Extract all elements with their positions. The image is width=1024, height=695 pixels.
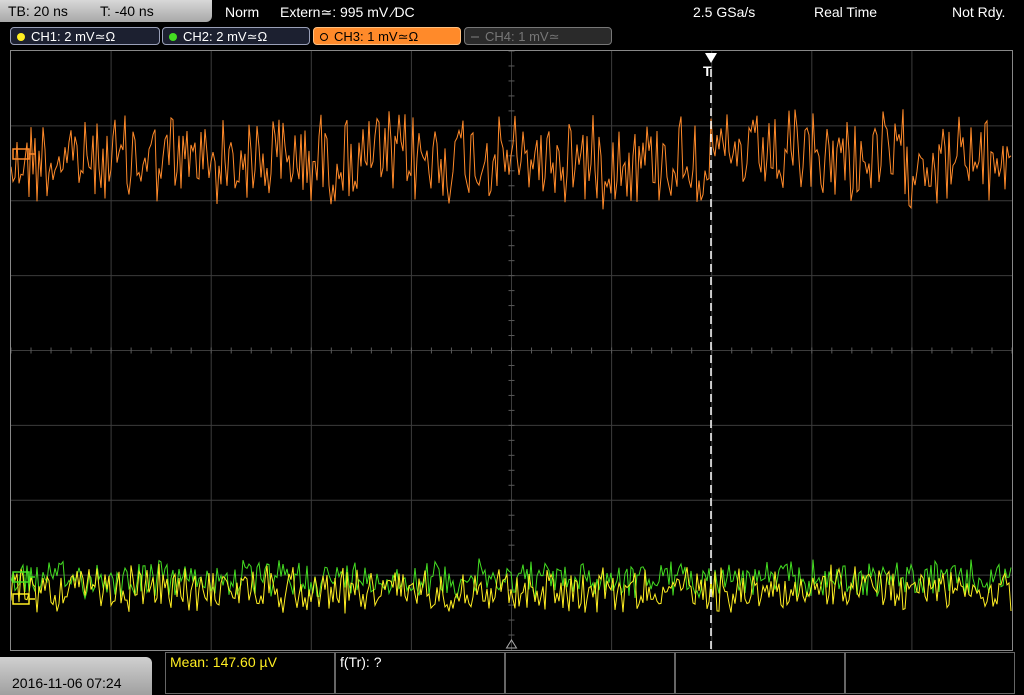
mean-measurement: Mean: 147.60 µV	[170, 654, 277, 670]
channel-1-label: CH1: 2 mV≃Ω	[31, 29, 116, 44]
channel-2-button[interactable]: CH2: 2 mV≃Ω	[162, 27, 310, 45]
waveform-display[interactable]: T	[10, 50, 1013, 651]
timebase-value: TB: 20 ns	[8, 3, 68, 19]
measure-cell-4[interactable]	[675, 652, 845, 694]
channel-3-label: CH3: 1 mV≃Ω	[334, 29, 419, 44]
graticule	[11, 51, 1012, 650]
ch3-dot-icon	[320, 33, 328, 41]
channel-bar: CH1: 2 mV≃Ω CH2: 2 mV≃Ω CH3: 1 mV≃Ω CH4:…	[0, 24, 1024, 48]
acquisition-mode[interactable]: Real Time	[814, 0, 877, 24]
measure-cell-5[interactable]	[845, 652, 1015, 694]
top-status-bar: TB: 20 ns T: -40 ns Norm Extern≃: 995 mV…	[0, 0, 1024, 24]
datetime-box: 2016-11-06 07:24	[0, 657, 152, 695]
channel-2-label: CH2: 2 mV≃Ω	[183, 29, 268, 44]
trigger-offset-value: T: -40 ns	[100, 3, 154, 19]
channel-4-label: CH4: 1 mV≃	[485, 29, 560, 44]
sample-rate: 2.5 GSa/s	[693, 4, 756, 20]
channel-3-button[interactable]: CH3: 1 mV≃Ω	[313, 27, 461, 45]
datetime-value: 2016-11-06 07:24	[12, 675, 122, 691]
frequency-measurement: f(Tr): ?	[340, 654, 382, 670]
ch2-dot-icon	[169, 33, 177, 41]
channel-1-button[interactable]: CH1: 2 mV≃Ω	[10, 27, 160, 45]
waveform-svg	[11, 51, 1012, 650]
measure-cell-3[interactable]	[505, 652, 675, 694]
ch1-dot-icon	[17, 33, 25, 41]
trigger-mode[interactable]: Norm	[225, 0, 259, 24]
trigger-arrow-icon	[705, 53, 717, 63]
channel-4-button[interactable]: CH4: 1 mV≃	[464, 27, 612, 45]
trigger-source[interactable]: Extern≃: 995 mV ∕DC	[280, 0, 415, 24]
trigger-position-label: T	[703, 63, 712, 79]
ch1-offset-marker-icon	[12, 593, 30, 605]
timebase-box[interactable]: TB: 20 ns T: -40 ns	[0, 0, 212, 22]
ch3-offset-marker-icon	[12, 148, 30, 160]
acquisition-state: Not Rdy.	[952, 4, 1006, 20]
ch4-off-icon	[471, 36, 479, 38]
